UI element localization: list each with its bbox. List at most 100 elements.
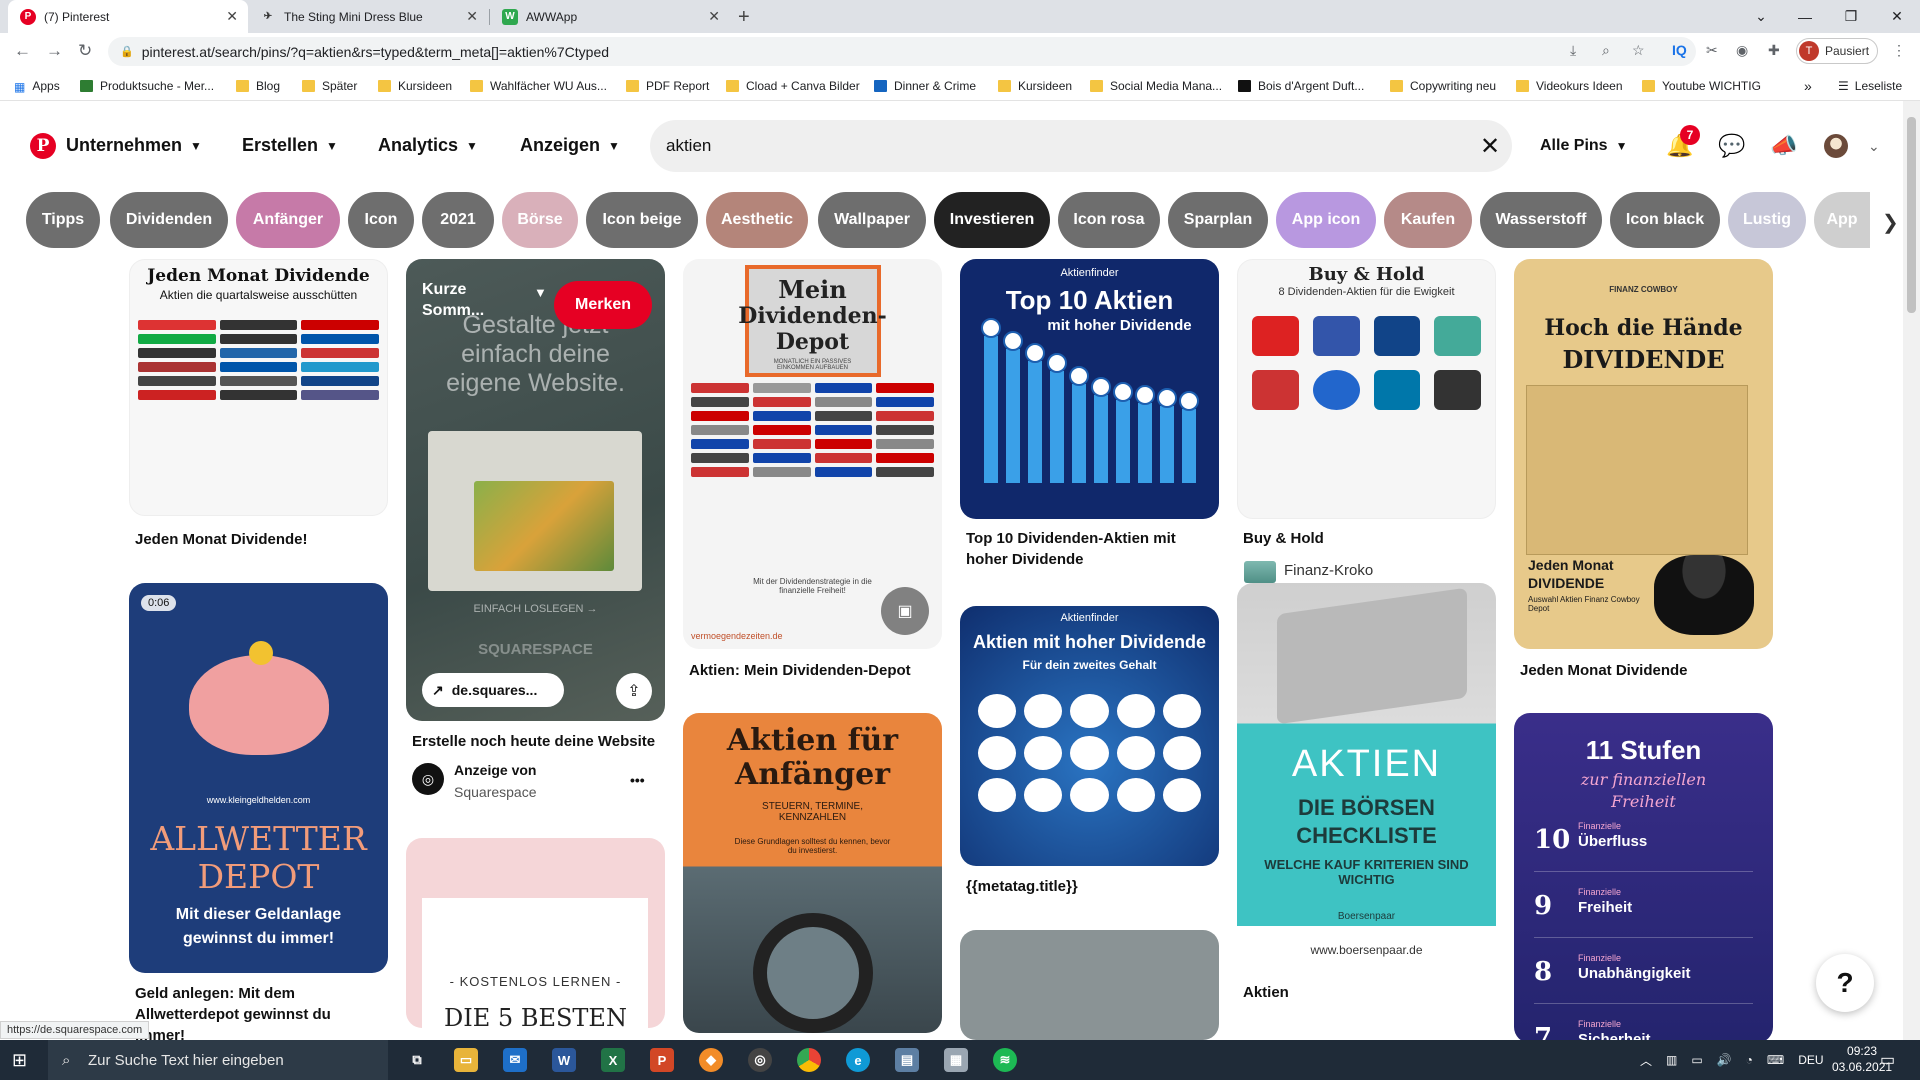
more-bookmarks-icon[interactable]: » [1804,76,1812,96]
announcements-icon[interactable]: 📣 [1770,133,1797,159]
bookmark-apps[interactable]: ▦ Apps [14,76,60,96]
save-button[interactable]: Merken [554,281,652,329]
chip-wasserstoff[interactable]: Wasserstoff [1480,192,1602,248]
chip-app[interactable]: App [1814,192,1870,248]
back-icon[interactable]: ← [14,41,31,61]
powerpoint-icon[interactable]: P [650,1048,674,1072]
bookmark-item[interactable]: Kursideen [998,76,1072,96]
extension-icon[interactable]: ✂ [1706,42,1718,59]
chevron-down-icon[interactable]: ▼ [534,285,547,300]
chip-icon-rosa[interactable]: Icon rosa [1058,192,1160,248]
more-options-icon[interactable]: ••• [630,772,645,788]
nav-analytics[interactable]: Analytics ▼ [378,135,478,156]
chip-aesthetic[interactable]: Aesthetic [706,192,808,248]
chip-2021[interactable]: 2021 [422,192,494,248]
app-icon[interactable]: ▦ [944,1048,968,1072]
pin-aktien-fuer-anfaenger[interactable]: Aktien für Anfänger STEUERN, TERMINE, KE… [683,713,942,1033]
user-avatar[interactable] [1824,134,1848,158]
pin-aktien-hohe-dividende[interactable]: Aktienfinder Aktien mit hoher Dividende … [960,606,1219,866]
app-icon[interactable]: ◆ [699,1048,723,1072]
bookmark-item[interactable]: Social Media Mana... [1090,76,1222,96]
chip-wallpaper[interactable]: Wallpaper [818,192,926,248]
pin-11-stufen[interactable]: 11 Stufen zur finanziellen Freiheit 10 Fi… [1514,713,1773,1043]
windows-start-icon[interactable]: ⊞ [12,1050,27,1071]
messages-icon[interactable]: 💬 [1718,133,1745,159]
bookmark-star-icon[interactable]: ☆ [1632,42,1645,59]
chip-icon-beige[interactable]: Icon beige [586,192,698,248]
bookmark-item[interactable]: Dinner & Crime [874,76,976,96]
pin-title[interactable]: {{metatag.title}} [966,876,1206,897]
reload-icon[interactable]: ↻ [78,41,92,61]
pin-title[interactable]: Aktien: Mein Dividenden-Depot [689,660,939,681]
help-button[interactable]: ? [1816,954,1874,1012]
pin-mein-dividenden-depot[interactable]: Mein Dividenden- Depot MONATLICH EIN PAS… [683,259,942,649]
chip-icon-black[interactable]: Icon black [1610,192,1720,248]
pin-jeden-monat-dividende[interactable]: Jeden Monat Dividende Aktien die quartal… [129,259,388,516]
tab-pinterest[interactable]: P (7) Pinterest ✕ [8,0,248,33]
extension-grey-icon[interactable]: ◉ [1736,42,1748,59]
spotify-icon[interactable]: ≋ [993,1048,1017,1072]
chip-boerse[interactable]: Börse [502,192,578,248]
task-view-icon[interactable]: ⧉ [405,1048,429,1072]
chip-app-icon[interactable]: App icon [1276,192,1376,248]
share-icon[interactable]: ⇪ [616,673,652,709]
keyboard-icon[interactable]: ⌨ [1767,1053,1784,1067]
pin-title[interactable]: Geld anlegen: Mit dem Allwetterdepot gew… [135,983,375,1046]
bookmark-item[interactable]: Später [302,76,357,96]
pin-title[interactable]: Top 10 Dividenden-Aktien mit hoher Divid… [966,528,1206,570]
bookmark-item[interactable]: Cload + Canva Bilder [726,76,860,96]
tab-sting-dress[interactable]: ✈ The Sting Mini Dress Blue ✕ [248,0,488,33]
bookmark-item[interactable]: Wahlfächer WU Aus... [470,76,607,96]
advertiser-name[interactable]: Squarespace [454,784,537,800]
file-explorer-icon[interactable]: ▭ [454,1048,478,1072]
bookmark-item[interactable]: Videokurs Ideen [1516,76,1623,96]
chip-icon[interactable]: Icon [348,192,414,248]
pin-die-5-besten[interactable]: - KOSTENLOS LERNEN - DIE 5 BESTEN [406,838,665,1028]
pin-boersen-checkliste[interactable]: AKTIEN DIE BÖRSEN CHECKLISTE WELCHE KAUF… [1237,583,1496,973]
chip-sparplan[interactable]: Sparplan [1168,192,1268,248]
chip-dividenden[interactable]: Dividenden [110,192,228,248]
pin-title[interactable]: Jeden Monat Dividende [1520,660,1760,681]
iq-extension-icon[interactable]: IQ [1672,42,1687,58]
reading-list[interactable]: ☰ Leseliste [1838,76,1902,96]
chip-kaufen[interactable]: Kaufen [1384,192,1472,248]
battery-icon[interactable]: ▭ [1691,1053,1702,1067]
search-input[interactable] [650,120,1512,172]
mail-icon[interactable]: ✉ [503,1048,527,1072]
tab-awwapp[interactable]: W AWWApp ✕ [490,0,730,33]
install-icon[interactable]: ⤓ [1570,42,1576,59]
visual-search-icon[interactable]: ▣ [881,587,929,635]
bookmark-item[interactable]: PDF Report [626,76,709,96]
wifi-icon[interactable]: ◔ [1746,1053,1753,1067]
word-icon[interactable]: W [552,1048,576,1072]
extensions-puzzle-icon[interactable]: ✚ [1768,42,1780,59]
bookmark-item[interactable]: Bois d'Argent Duft... [1238,76,1364,96]
scrollbar-thumb[interactable] [1907,117,1916,313]
excel-icon[interactable]: X [601,1048,625,1072]
pin-buy-and-hold[interactable]: Buy & Hold 8 Dividenden-Aktien für die E… [1237,259,1496,519]
close-window-icon[interactable]: ✕ [1874,0,1920,33]
nav-anzeigen[interactable]: Anzeigen ▼ [520,135,620,156]
bookmark-item[interactable]: Blog [236,76,280,96]
pinner-avatar[interactable] [1244,561,1276,583]
taskbar-search-input[interactable]: ⌕ Zur Suche Text hier eingeben [48,1040,388,1080]
chip-lustig[interactable]: Lustig [1728,192,1806,248]
zoom-icon[interactable]: ⌕ [1602,42,1610,59]
pinterest-logo-icon[interactable]: P [30,133,56,159]
profile-button[interactable]: T Pausiert [1796,38,1878,64]
close-tab-icon[interactable]: ✕ [708,8,720,25]
pin-filter-dropdown[interactable]: Alle Pins ▼ [1540,137,1627,155]
network-icon[interactable]: ▥ [1666,1053,1677,1067]
restore-icon[interactable]: ❐ [1828,0,1874,33]
squarespace-avatar-icon[interactable]: ◎ [412,763,444,795]
pin-link-button[interactable]: ↗ de.squares... [422,673,564,707]
pin-title[interactable]: Jeden Monat Dividende! [135,529,385,550]
pin-allwetter-depot[interactable]: 0:06 www.kleingeldhelden.com ALLWETTER D… [129,583,388,973]
edge-icon[interactable]: e [846,1048,870,1072]
clear-search-icon[interactable]: ✕ [1480,132,1500,161]
new-tab-icon[interactable]: + [738,6,750,29]
browser-menu-icon[interactable]: ⋮ [1892,42,1906,59]
bookmark-item[interactable]: Youtube WICHTIG [1642,76,1761,96]
pin-top-10-aktien[interactable]: Aktienfinder Top 10 Aktien mit hoher Div… [960,259,1219,519]
chip-investieren[interactable]: Investieren [934,192,1050,248]
